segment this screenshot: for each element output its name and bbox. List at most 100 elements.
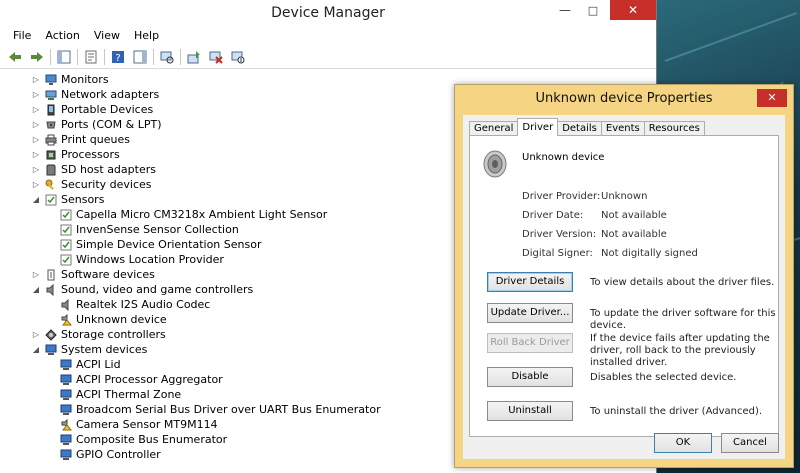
- back-arrow-icon[interactable]: [6, 48, 24, 66]
- help-icon[interactable]: ?: [109, 48, 127, 66]
- update-driver-button[interactable]: Update Driver...: [487, 303, 573, 323]
- tree-device[interactable]: Broadcom Serial Bus Driver over UART Bus…: [46, 402, 381, 417]
- system-device-icon: [60, 389, 72, 401]
- tree-item-label: SD host adapters: [61, 163, 156, 176]
- tree-item-label: Portable Devices: [61, 103, 154, 116]
- close-button[interactable]: ✕: [610, 0, 656, 20]
- collapsed-chevron-icon[interactable]: ▷: [31, 327, 41, 342]
- collapsed-chevron-icon[interactable]: ▷: [31, 162, 41, 177]
- tree-item-label: Windows Location Provider: [76, 253, 224, 266]
- forward-arrow-icon[interactable]: [28, 48, 46, 66]
- menu-help[interactable]: Help: [127, 27, 166, 45]
- dialog-body: General Driver Details Events Resources …: [463, 115, 785, 459]
- tree-device[interactable]: ACPI Thermal Zone: [46, 387, 181, 402]
- software-device-icon: [45, 269, 57, 281]
- toolbar: ?: [0, 45, 656, 69]
- show-hide-console-tree-icon[interactable]: [55, 48, 73, 66]
- tree-device[interactable]: Capella Micro CM3218x Ambient Light Sens…: [46, 207, 327, 222]
- tree-item-label: ACPI Thermal Zone: [76, 388, 182, 401]
- svg-text:?: ?: [115, 53, 120, 64]
- disable-device-icon[interactable]: [229, 48, 247, 66]
- uninstall-device-icon[interactable]: [207, 48, 225, 66]
- tree-category[interactable]: ▷ Ports (COM & LPT): [31, 117, 162, 132]
- collapsed-chevron-icon[interactable]: ▷: [31, 117, 41, 132]
- tree-device[interactable]: Realtek I2S Audio Codec: [46, 297, 210, 312]
- ok-button[interactable]: OK: [654, 433, 712, 453]
- tree-device[interactable]: Simple Device Orientation Sensor: [46, 237, 261, 252]
- tab-details[interactable]: Details: [557, 121, 602, 136]
- tree-category[interactable]: ▷ Processors: [31, 147, 120, 162]
- tree-category[interactable]: ▷ Print queues: [31, 132, 130, 147]
- tab-general[interactable]: General: [469, 121, 519, 136]
- tree-item-label: Camera Sensor MT9M114: [76, 418, 218, 431]
- warning-device-icon: [60, 418, 73, 431]
- tab-resources[interactable]: Resources: [643, 121, 705, 136]
- maximize-button[interactable]: □: [580, 0, 606, 22]
- collapsed-chevron-icon[interactable]: ▷: [31, 267, 41, 282]
- portable-device-icon: [45, 104, 57, 116]
- tree-category[interactable]: ◢ System devices: [31, 342, 147, 357]
- system-device-icon: [60, 449, 72, 461]
- expanded-chevron-icon[interactable]: ◢: [31, 192, 41, 207]
- expanded-chevron-icon[interactable]: ◢: [31, 342, 41, 357]
- system-device-icon: [45, 344, 57, 356]
- tree-category[interactable]: ◢ Sensors: [31, 192, 105, 207]
- tree-category[interactable]: ▷ Monitors: [31, 72, 109, 87]
- collapsed-chevron-icon[interactable]: ▷: [31, 177, 41, 192]
- tree-category[interactable]: ◢ Sound, video and game controllers: [31, 282, 253, 297]
- roll-back-driver-button[interactable]: Roll Back Driver: [487, 333, 573, 353]
- tree-category[interactable]: ▷ Security devices: [31, 177, 152, 192]
- tree-device[interactable]: ACPI Lid: [46, 357, 121, 372]
- update-driver-icon[interactable]: [185, 48, 203, 66]
- collapsed-chevron-icon[interactable]: ▷: [31, 132, 41, 147]
- key-icon: [45, 179, 57, 191]
- driver-details-button[interactable]: Driver Details: [487, 272, 573, 292]
- tree-device[interactable]: InvenSense Sensor Collection: [46, 222, 239, 237]
- menu-file[interactable]: File: [6, 27, 38, 45]
- tree-device[interactable]: ACPI Processor Aggregator: [46, 372, 223, 387]
- collapsed-chevron-icon[interactable]: ▷: [31, 147, 41, 162]
- tab-driver[interactable]: Driver: [517, 118, 559, 136]
- tree-device[interactable]: Camera Sensor MT9M114: [46, 417, 218, 432]
- driver-date-value: Not available: [601, 210, 667, 221]
- speaker-icon: [60, 298, 72, 311]
- menu-action[interactable]: Action: [38, 27, 86, 45]
- title-bar: Device Manager — □ ✕: [0, 0, 656, 27]
- expanded-chevron-icon[interactable]: ◢: [31, 282, 41, 297]
- tree-category[interactable]: ▷ Software devices: [31, 267, 155, 282]
- cancel-button[interactable]: Cancel: [721, 433, 779, 453]
- monitor-icon: [45, 74, 57, 86]
- sensor-icon: [45, 194, 57, 206]
- tree-device[interactable]: Windows Location Provider: [46, 252, 224, 267]
- uninstall-button[interactable]: Uninstall: [487, 401, 573, 421]
- scan-hardware-icon[interactable]: [158, 48, 176, 66]
- tree-category[interactable]: ▷ Portable Devices: [31, 102, 153, 117]
- action-pane-icon[interactable]: [131, 48, 149, 66]
- dialog-title: Unknown device Properties: [535, 91, 713, 106]
- tree-device[interactable]: GPIO Controller: [46, 447, 161, 462]
- tree-item-label: Storage controllers: [61, 328, 166, 341]
- tree-category[interactable]: ▷ Storage controllers: [31, 327, 166, 342]
- speaker-icon: [483, 150, 507, 178]
- driver-version-value: Not available: [601, 229, 667, 240]
- minimize-button[interactable]: —: [552, 0, 578, 22]
- digital-signer-value: Not digitally signed: [601, 248, 698, 259]
- dialog-close-button[interactable]: ✕: [757, 89, 787, 107]
- system-device-icon: [60, 359, 72, 371]
- printer-icon: [45, 134, 57, 146]
- window-title: Device Manager: [271, 5, 385, 21]
- collapsed-chevron-icon[interactable]: ▷: [31, 87, 41, 102]
- tree-device[interactable]: Composite Bus Enumerator: [46, 432, 227, 447]
- collapsed-chevron-icon[interactable]: ▷: [31, 102, 41, 117]
- collapsed-chevron-icon[interactable]: ▷: [31, 72, 41, 87]
- update-driver-description: To update the driver software for this d…: [590, 308, 776, 331]
- tree-category[interactable]: ▷ SD host adapters: [31, 162, 156, 177]
- tree-category[interactable]: ▷ Network adapters: [31, 87, 159, 102]
- tab-events[interactable]: Events: [600, 121, 645, 136]
- tree-device[interactable]: Unknown device: [46, 312, 167, 327]
- tree-item-label: Software devices: [61, 268, 155, 281]
- disable-button[interactable]: Disable: [487, 367, 573, 387]
- properties-icon[interactable]: [82, 48, 100, 66]
- driver-details-description: To view details about the driver files.: [590, 277, 775, 288]
- menu-view[interactable]: View: [87, 27, 127, 45]
